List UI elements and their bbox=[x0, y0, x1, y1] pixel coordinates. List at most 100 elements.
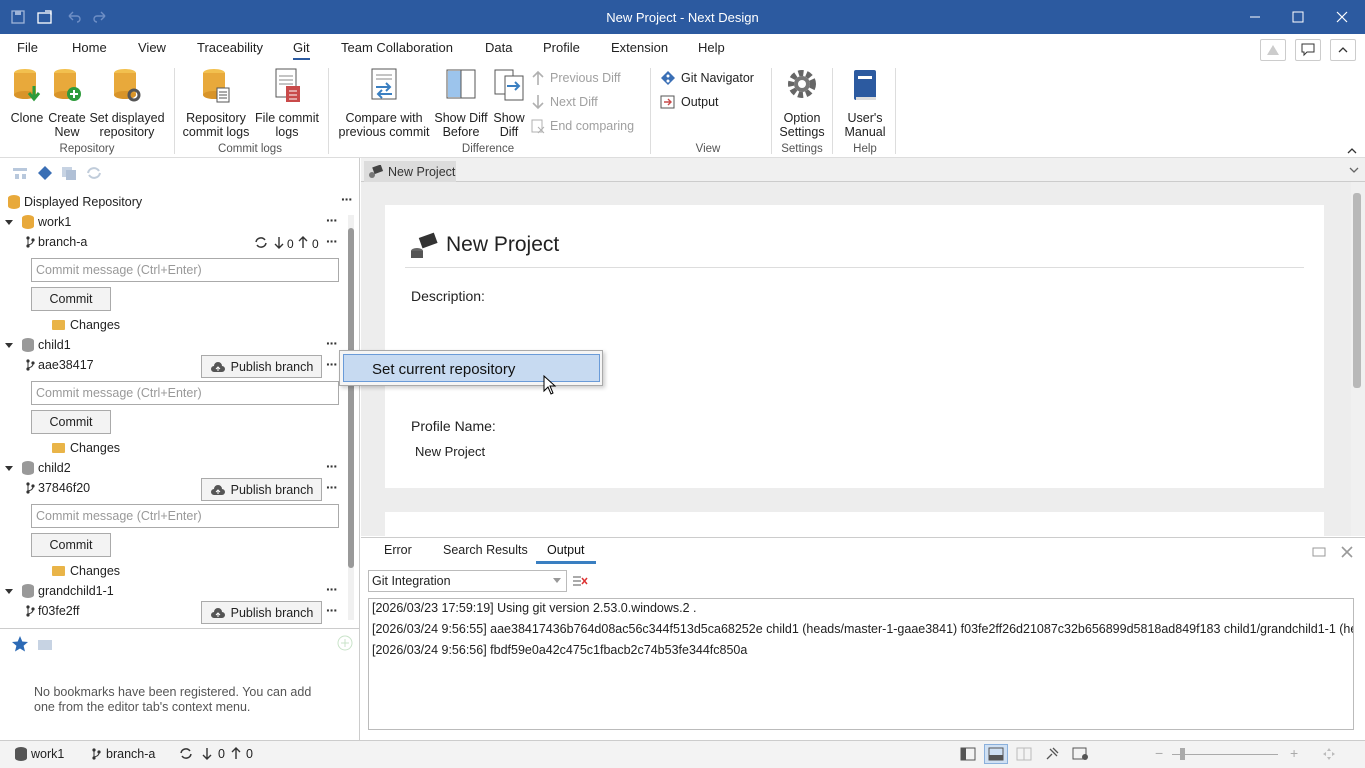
publish-branch-button[interactable]: Publish branch bbox=[201, 601, 322, 624]
more-options-icon[interactable]: ··· bbox=[326, 212, 338, 228]
menu-file[interactable]: File bbox=[17, 40, 38, 55]
users-manual-button[interactable]: User's Manual bbox=[840, 68, 890, 139]
commit-message-input[interactable]: Commit message (Ctrl+Enter) bbox=[31, 504, 339, 528]
maximize-panel-icon[interactable] bbox=[1312, 546, 1326, 558]
changes-label[interactable]: Changes bbox=[70, 564, 120, 578]
status-branch[interactable]: branch-a bbox=[106, 747, 155, 761]
branch-name[interactable]: f03fe2ff bbox=[38, 604, 79, 618]
tab-search-results[interactable]: Search Results bbox=[443, 543, 528, 557]
branch-name[interactable]: branch-a bbox=[38, 235, 87, 249]
commit-message-input[interactable]: Commit message (Ctrl+Enter) bbox=[31, 258, 339, 282]
more-options-icon[interactable]: ··· bbox=[326, 233, 338, 249]
more-options-icon[interactable]: ··· bbox=[326, 479, 338, 495]
sync-icon[interactable] bbox=[86, 166, 102, 180]
next-diff-button[interactable]: Next Diff bbox=[531, 94, 598, 110]
commit-button[interactable]: Commit bbox=[31, 533, 111, 557]
git-navigator-button[interactable]: Git Navigator bbox=[660, 70, 754, 86]
minimize-button[interactable] bbox=[1243, 6, 1267, 28]
option-settings-button[interactable]: Option Settings bbox=[776, 68, 828, 139]
menu-traceability[interactable]: Traceability bbox=[197, 40, 263, 55]
collapse-ribbon-button[interactable] bbox=[1330, 39, 1356, 61]
previous-diff-button[interactable]: Previous Diff bbox=[531, 70, 621, 86]
tree-scrollbar-thumb[interactable] bbox=[348, 228, 354, 568]
layout-bottom-button[interactable] bbox=[984, 744, 1008, 764]
repo-name-child1[interactable]: child1 bbox=[38, 338, 71, 352]
more-options-icon[interactable]: ··· bbox=[326, 458, 338, 474]
menu-view[interactable]: View bbox=[138, 40, 166, 55]
zoom-in-icon[interactable]: + bbox=[1290, 745, 1298, 761]
git-icon[interactable] bbox=[37, 166, 53, 180]
menu-git[interactable]: Git bbox=[293, 40, 310, 60]
profile-name-value[interactable]: New Project bbox=[415, 444, 485, 459]
sync-icon[interactable] bbox=[179, 747, 193, 760]
commit-message-input[interactable]: Commit message (Ctrl+Enter) bbox=[31, 381, 339, 405]
star-icon[interactable] bbox=[11, 635, 29, 653]
clear-output-icon[interactable] bbox=[572, 574, 588, 588]
zoom-slider[interactable] bbox=[1172, 754, 1278, 755]
changes-label[interactable]: Changes bbox=[70, 441, 120, 455]
chevron-down-icon[interactable] bbox=[1348, 165, 1360, 175]
chevron-up-icon[interactable] bbox=[1346, 145, 1358, 155]
editor-scrollbar-thumb[interactable] bbox=[1353, 193, 1361, 388]
changes-label[interactable]: Changes bbox=[70, 318, 120, 332]
compare-previous-commit-button[interactable]: Compare with previous commit bbox=[336, 68, 432, 139]
file-commit-logs-button[interactable]: File commit logs bbox=[252, 68, 322, 139]
fit-view-icon[interactable] bbox=[1322, 747, 1336, 761]
show-diff-button[interactable]: Show Diff bbox=[490, 68, 528, 139]
expand-icon[interactable] bbox=[5, 343, 13, 348]
more-options-icon[interactable]: ··· bbox=[326, 356, 338, 372]
layout-split-icon[interactable] bbox=[1016, 747, 1032, 761]
expand-icon[interactable] bbox=[5, 589, 13, 594]
menu-extension[interactable]: Extension bbox=[611, 40, 668, 55]
pin-icon[interactable] bbox=[1044, 746, 1060, 762]
set-displayed-repository-button[interactable]: Set displayed repository bbox=[89, 68, 165, 139]
output-log[interactable]: [2026/03/23 17:59:19] Using git version … bbox=[368, 598, 1354, 730]
sync-icon[interactable] bbox=[254, 236, 268, 249]
zoom-out-icon[interactable]: − bbox=[1155, 745, 1163, 761]
more-options-icon[interactable]: ··· bbox=[326, 335, 338, 351]
branch-name[interactable]: aae38417 bbox=[38, 358, 94, 372]
menu-profile[interactable]: Profile bbox=[543, 40, 580, 55]
close-icon[interactable] bbox=[1341, 546, 1353, 558]
repo-name-work1[interactable]: work1 bbox=[38, 215, 71, 229]
publish-branch-button[interactable]: Publish branch bbox=[201, 355, 322, 378]
zoom-slider-thumb[interactable] bbox=[1180, 748, 1185, 760]
close-button[interactable] bbox=[1330, 6, 1354, 28]
commit-button[interactable]: Commit bbox=[31, 287, 111, 311]
bookmark-folder-icon[interactable] bbox=[37, 637, 53, 651]
add-icon[interactable] bbox=[337, 635, 353, 651]
more-options-icon[interactable]: ··· bbox=[326, 581, 338, 597]
create-new-button[interactable]: Create New bbox=[47, 68, 87, 139]
menu-home[interactable]: Home bbox=[72, 40, 107, 55]
feedback-button[interactable] bbox=[1295, 39, 1321, 61]
tab-new-project[interactable]: New Project bbox=[364, 161, 456, 182]
output-source-select[interactable]: Git Integration bbox=[368, 570, 567, 592]
menu-data[interactable]: Data bbox=[485, 40, 512, 55]
repo-name-child2[interactable]: child2 bbox=[38, 461, 71, 475]
layout-left-icon[interactable] bbox=[960, 747, 976, 761]
more-options-icon[interactable]: ··· bbox=[326, 602, 338, 618]
output-button[interactable]: Output bbox=[660, 94, 719, 110]
end-comparing-button[interactable]: End comparing bbox=[531, 118, 634, 134]
menu-help[interactable]: Help bbox=[698, 40, 725, 55]
maximize-button[interactable] bbox=[1286, 6, 1310, 28]
menu-team-collaboration[interactable]: Team Collaboration bbox=[341, 40, 453, 55]
tab-error[interactable]: Error bbox=[384, 543, 412, 557]
set-current-repository-menu-item[interactable]: Set current repository bbox=[343, 354, 600, 382]
window-settings-icon[interactable] bbox=[1072, 747, 1090, 761]
expand-icon[interactable] bbox=[5, 220, 13, 225]
clone-button[interactable]: Clone bbox=[8, 68, 46, 125]
more-options-icon[interactable]: ··· bbox=[341, 191, 353, 207]
tab-output[interactable]: Output bbox=[536, 543, 596, 564]
publish-branch-button[interactable]: Publish branch bbox=[201, 478, 322, 501]
hierarchy-icon[interactable] bbox=[12, 166, 28, 180]
repo-name-grandchild1-1[interactable]: grandchild1-1 bbox=[38, 584, 114, 598]
status-repository[interactable]: work1 bbox=[31, 747, 64, 761]
branch-name[interactable]: 37846f20 bbox=[38, 481, 90, 495]
notification-button[interactable] bbox=[1260, 39, 1286, 61]
expand-icon[interactable] bbox=[5, 466, 13, 471]
repository-commit-logs-button[interactable]: Repository commit logs bbox=[182, 68, 250, 139]
copy-icon[interactable] bbox=[61, 166, 77, 180]
commit-button[interactable]: Commit bbox=[31, 410, 111, 434]
show-diff-before-button[interactable]: Show Diff Before bbox=[432, 68, 490, 139]
